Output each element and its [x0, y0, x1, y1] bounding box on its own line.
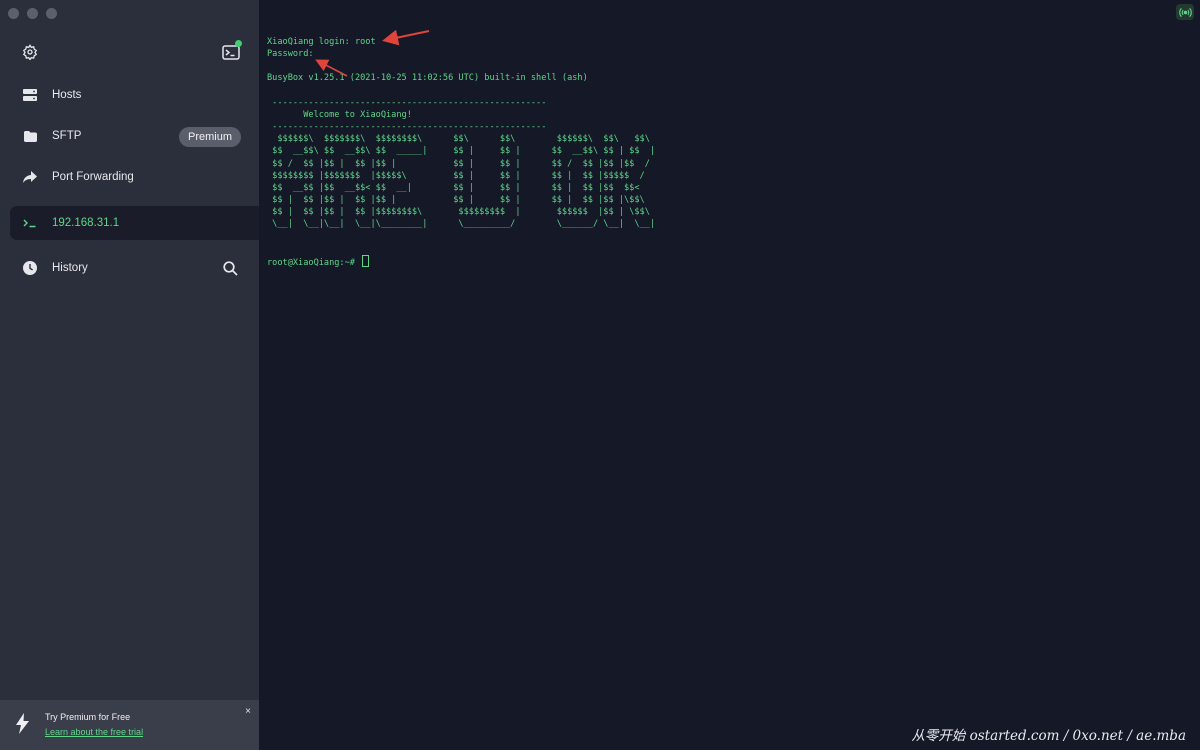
terminal-line: $$ __$$\ $$ __$$\ $$ _____| $$ | $$ | $$… [272, 146, 656, 157]
sidebar: Hosts SFTP Premium Port Forwarding 192.1… [0, 0, 259, 750]
terminal-line: \__| \__|\__| \__|\________| \_________/… [272, 219, 656, 230]
terminal-line: Password: [267, 49, 314, 60]
sidebar-item-label: Hosts [52, 89, 82, 101]
sidebar-item-label: Port Forwarding [52, 171, 134, 183]
minimize-window-button[interactable] [27, 8, 38, 19]
terminal-line: ----------------------------------------… [272, 122, 547, 133]
terminal-line: Welcome to XiaoQiang! [303, 109, 412, 120]
shell-prompt: root@XiaoQiang:~# [267, 257, 361, 268]
terminal-line: ----------------------------------------… [272, 97, 547, 108]
premium-badge[interactable]: Premium [178, 127, 241, 147]
watermark-text: 从零开始 ostarted.com / 0xo.net / ae.mba [911, 728, 1186, 744]
sidebar-item-label: History [52, 262, 88, 274]
clock-icon [22, 260, 38, 276]
promo-title: Try Premium for Free [45, 712, 131, 722]
free-trial-link[interactable]: Learn about the free trial [45, 727, 143, 737]
gear-icon [22, 44, 38, 60]
settings-button[interactable] [20, 42, 40, 62]
premium-promo-banner: Try Premium for Free Learn about the fre… [0, 700, 259, 750]
terminal-lines: XiaoQiang login: root Password: BusyBox … [267, 37, 655, 229]
sidebar-item-hosts[interactable]: Hosts [10, 78, 259, 112]
sidebar-item-sftp[interactable]: SFTP Premium [10, 119, 259, 153]
app-window: Hosts SFTP Premium Port Forwarding 192.1… [0, 0, 1200, 750]
hosts-icon [22, 87, 38, 103]
terminal-line: $$ / $$ |$$ | $$ |$$ | $$ | $$ | $$ / $$… [272, 158, 650, 169]
terminal-line: $$$$$$$$ |$$$$$$$ |$$$$$\ $$ | $$ | $$ |… [272, 170, 645, 181]
sidebar-item-active-session[interactable]: 192.168.31.1 [10, 206, 259, 240]
terminal-line: $$ __$$ |$$ __$$< $$ __| $$ | $$ | $$ | … [272, 182, 640, 193]
terminal-button[interactable] [220, 40, 242, 62]
terminal-line: $$ | $$ |$$ | $$ |$$$$$$$$\ $$$$$$$$$ | … [272, 207, 650, 218]
window-controls [8, 8, 57, 19]
sidebar-item-label: SFTP [52, 130, 82, 142]
folder-icon [22, 128, 38, 144]
zoom-window-button[interactable] [46, 8, 57, 19]
sidebar-item-label: 192.168.31.1 [52, 217, 120, 229]
status-dot [235, 40, 242, 47]
broadcast-button[interactable] [1176, 4, 1194, 20]
terminal-output: XiaoQiang login: root Password: BusyBox … [267, 36, 655, 269]
terminal-line: $$ | $$ |$$ | $$ |$$ | $$ | $$ | $$ | $$… [272, 195, 645, 206]
broadcast-icon [1178, 7, 1192, 17]
terminal-line: $$$$$$\ $$$$$$$\ $$$$$$$$\ $$\ $$\ $$$$$… [277, 134, 650, 145]
terminal-line: BusyBox v1.25.1 (2021-10-25 11:02:56 UTC… [267, 73, 588, 84]
terminal-prompt-icon [22, 215, 38, 231]
sidebar-item-history[interactable]: History [10, 251, 259, 285]
lightning-bolt-icon [16, 713, 29, 739]
terminal-cursor [362, 254, 370, 267]
search-history-button[interactable] [221, 259, 239, 277]
terminal-line: XiaoQiang login: root [267, 37, 376, 47]
forward-arrow-icon [22, 169, 38, 185]
close-icon[interactable]: × [245, 706, 251, 717]
terminal-pane[interactable]: XiaoQiang login: root Password: BusyBox … [259, 0, 1200, 750]
search-icon [222, 260, 238, 276]
sidebar-item-port-forwarding[interactable]: Port Forwarding [10, 160, 259, 194]
close-window-button[interactable] [8, 8, 19, 19]
